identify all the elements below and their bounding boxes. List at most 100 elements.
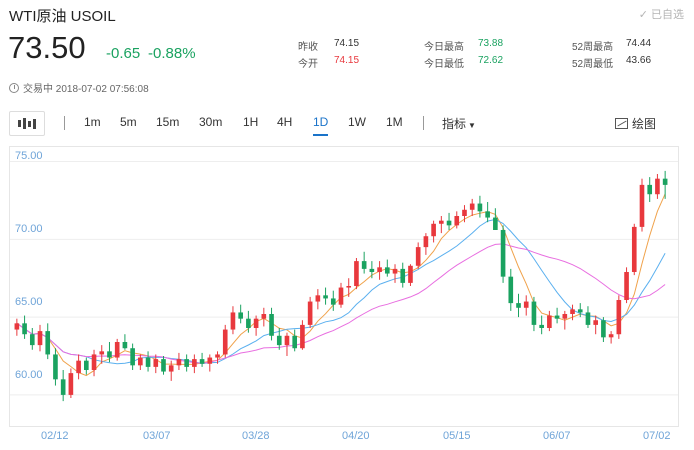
candle[interactable] bbox=[76, 354, 81, 380]
candle-body bbox=[539, 324, 544, 328]
candle[interactable] bbox=[199, 352, 205, 367]
candle[interactable] bbox=[516, 293, 521, 318]
candle[interactable] bbox=[53, 348, 58, 386]
candle[interactable] bbox=[408, 264, 413, 286]
candle[interactable] bbox=[338, 282, 344, 308]
draw-tool-button[interactable]: 绘图 bbox=[615, 115, 656, 132]
candle[interactable] bbox=[477, 195, 483, 218]
candle[interactable] bbox=[84, 357, 89, 375]
candle[interactable] bbox=[161, 356, 166, 375]
candle[interactable] bbox=[523, 295, 529, 316]
candle[interactable] bbox=[446, 212, 452, 230]
indicator-menu[interactable]: 指标 ▼ bbox=[442, 115, 476, 132]
candle[interactable] bbox=[485, 202, 490, 223]
candle[interactable] bbox=[400, 262, 406, 288]
candle[interactable] bbox=[585, 306, 591, 328]
candle[interactable] bbox=[616, 295, 622, 339]
candle[interactable] bbox=[253, 315, 259, 336]
candle[interactable] bbox=[130, 343, 135, 370]
candle[interactable] bbox=[423, 233, 429, 255]
candle-body bbox=[330, 298, 336, 305]
candlestick-chart-svg[interactable] bbox=[9, 146, 679, 450]
candle[interactable] bbox=[493, 208, 498, 230]
candle[interactable] bbox=[415, 242, 421, 269]
candle-body bbox=[439, 220, 444, 224]
candle[interactable] bbox=[300, 320, 305, 350]
candle[interactable] bbox=[346, 278, 352, 297]
candle[interactable] bbox=[392, 264, 398, 283]
candle[interactable] bbox=[554, 307, 560, 324]
instrument-title: WTI原油 USOIL bbox=[9, 8, 116, 25]
candle[interactable] bbox=[369, 261, 375, 279]
trading-status: 交易中 2018-07-02 07:56:08 bbox=[9, 80, 149, 95]
candle[interactable] bbox=[222, 324, 228, 358]
timeframe-1w[interactable]: 1W bbox=[348, 115, 366, 129]
candle[interactable] bbox=[184, 354, 189, 372]
candle[interactable] bbox=[45, 323, 51, 360]
candle[interactable] bbox=[384, 259, 390, 277]
candle[interactable] bbox=[624, 267, 629, 304]
chart-type-button[interactable] bbox=[9, 111, 45, 136]
candle-body bbox=[207, 357, 213, 364]
timeframe-1d[interactable]: 1D bbox=[313, 115, 329, 136]
timeframe-1m[interactable]: 1m bbox=[84, 115, 101, 129]
timeframe-1h[interactable]: 1H bbox=[243, 115, 258, 129]
candle[interactable] bbox=[145, 351, 151, 372]
candle[interactable] bbox=[176, 352, 182, 370]
candle[interactable] bbox=[547, 310, 552, 332]
candle[interactable] bbox=[469, 198, 475, 216]
candle-body bbox=[222, 329, 228, 355]
candle-body bbox=[647, 184, 653, 195]
candle[interactable] bbox=[330, 290, 336, 311]
candle-body bbox=[500, 230, 506, 277]
candle[interactable] bbox=[37, 324, 43, 352]
candle[interactable] bbox=[138, 354, 143, 370]
candle[interactable] bbox=[315, 289, 321, 310]
candle[interactable] bbox=[354, 258, 359, 290]
timeframe-5m[interactable]: 5m bbox=[120, 115, 137, 129]
candle[interactable] bbox=[91, 349, 97, 377]
candle[interactable] bbox=[539, 315, 544, 335]
candle[interactable] bbox=[593, 315, 598, 335]
candle[interactable] bbox=[22, 315, 27, 339]
candle[interactable] bbox=[639, 178, 645, 232]
candle[interactable] bbox=[284, 332, 290, 356]
candle[interactable] bbox=[655, 174, 660, 199]
candle[interactable] bbox=[207, 354, 213, 372]
candle[interactable] bbox=[500, 225, 506, 283]
candle[interactable] bbox=[292, 329, 298, 352]
candle[interactable] bbox=[114, 338, 120, 361]
candle[interactable] bbox=[230, 306, 236, 335]
candle[interactable] bbox=[192, 354, 197, 374]
stat-label: 今开 bbox=[298, 59, 318, 70]
candle[interactable] bbox=[14, 318, 20, 336]
candle[interactable] bbox=[238, 304, 243, 324]
candle[interactable] bbox=[662, 170, 668, 199]
timeframe-30m[interactable]: 30m bbox=[199, 115, 222, 129]
candle[interactable] bbox=[269, 307, 274, 341]
candle[interactable] bbox=[323, 287, 328, 305]
timeframe-4h[interactable]: 4H bbox=[277, 115, 292, 129]
candle[interactable] bbox=[439, 216, 444, 234]
candle[interactable] bbox=[647, 177, 653, 202]
candle-body bbox=[199, 359, 205, 364]
candle[interactable] bbox=[531, 296, 537, 332]
timeframe-1mo[interactable]: 1M bbox=[386, 115, 403, 129]
candle[interactable] bbox=[307, 296, 313, 328]
candle[interactable] bbox=[601, 317, 606, 342]
candle[interactable] bbox=[608, 331, 614, 344]
candle[interactable] bbox=[562, 310, 568, 330]
candle[interactable] bbox=[68, 368, 74, 398]
watchlist-toggle[interactable]: ✓ 已自选 bbox=[639, 6, 684, 22]
candle-body bbox=[361, 261, 367, 269]
candle[interactable] bbox=[508, 268, 514, 311]
candle[interactable] bbox=[122, 334, 128, 350]
candle[interactable] bbox=[29, 328, 35, 350]
candle[interactable] bbox=[261, 307, 267, 327]
candle[interactable] bbox=[377, 261, 382, 280]
candle[interactable] bbox=[60, 370, 66, 402]
price-chart[interactable]: 75.00 70.00 65.00 60.00 02/12 03/07 03/2… bbox=[9, 146, 679, 450]
candle[interactable] bbox=[361, 251, 367, 274]
timeframe-15m[interactable]: 15m bbox=[156, 115, 179, 129]
candle[interactable] bbox=[631, 223, 637, 276]
